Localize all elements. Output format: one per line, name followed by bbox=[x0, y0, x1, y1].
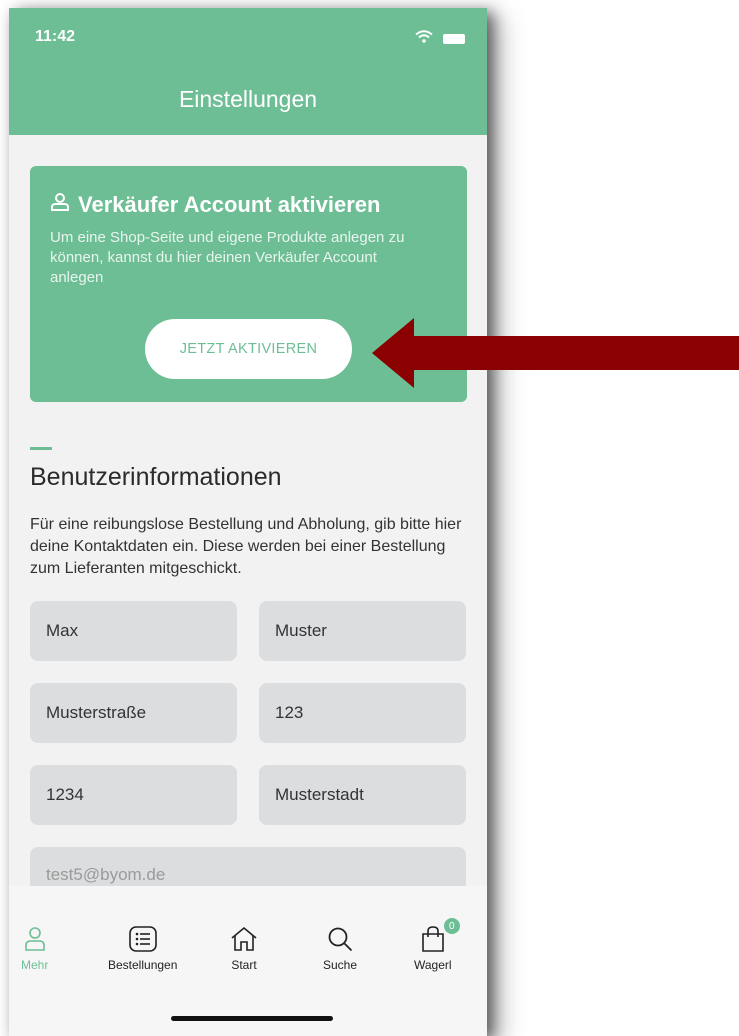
tab-wagerl[interactable]: 0 Wagerl bbox=[414, 918, 460, 972]
street-field[interactable]: Musterstraße bbox=[30, 683, 237, 743]
first-name-field[interactable]: Max bbox=[30, 601, 237, 661]
last-name-field[interactable]: Muster bbox=[259, 601, 466, 661]
person-icon bbox=[24, 924, 46, 952]
person-icon bbox=[50, 192, 70, 218]
red-arrow-annotation bbox=[372, 318, 739, 393]
tab-label: Suche bbox=[323, 958, 358, 972]
page-title: Einstellungen bbox=[178, 86, 318, 112]
tab-label: Mehr bbox=[21, 958, 49, 972]
tab-bestellungen[interactable]: Bestellungen bbox=[108, 924, 177, 972]
tab-mehr[interactable]: Mehr bbox=[21, 924, 48, 972]
tab-label: Bestellungen bbox=[108, 958, 178, 972]
city-field[interactable]: Musterstadt bbox=[259, 765, 466, 825]
section-divider bbox=[30, 447, 52, 450]
user-info-description: Für eine reibungslose Bestellung und Abh… bbox=[30, 516, 462, 577]
list-icon bbox=[128, 924, 157, 952]
wifi-icon bbox=[415, 30, 433, 48]
tab-suche[interactable]: Suche bbox=[323, 924, 357, 972]
seller-card-text: Um eine Shop-Seite und eigene Produkte a… bbox=[50, 229, 405, 286]
tab-start[interactable]: Start bbox=[230, 924, 258, 972]
home-icon bbox=[230, 924, 258, 952]
seller-card-heading: Verkäufer Account aktivieren bbox=[50, 192, 380, 218]
home-indicator bbox=[171, 1016, 333, 1021]
cart-badge: 0 bbox=[443, 918, 460, 934]
phone-screen: 11:42 Einstellungen Verkäufer Account ak… bbox=[9, 8, 487, 1036]
zip-field[interactable]: 1234 bbox=[30, 765, 237, 825]
search-icon bbox=[327, 924, 353, 952]
seller-card-title: Verkäufer Account aktivieren bbox=[78, 192, 381, 217]
status-time: 11:42 bbox=[35, 28, 76, 45]
battery-icon bbox=[443, 34, 465, 44]
status-icons bbox=[415, 30, 465, 48]
app-header: 11:42 Einstellungen bbox=[9, 8, 487, 135]
house-number-field[interactable]: 123 bbox=[259, 683, 466, 743]
user-info-title: Benutzerinformationen bbox=[30, 463, 282, 491]
tab-label: Wagerl bbox=[414, 958, 452, 972]
bag-icon: 0 bbox=[420, 918, 460, 952]
tab-bar: Mehr Bestellungen Start Suche 0 Wagerl bbox=[9, 886, 487, 1036]
activate-seller-button[interactable]: JETZT AKTIVIEREN bbox=[145, 319, 352, 379]
tab-label: Start bbox=[231, 958, 257, 972]
